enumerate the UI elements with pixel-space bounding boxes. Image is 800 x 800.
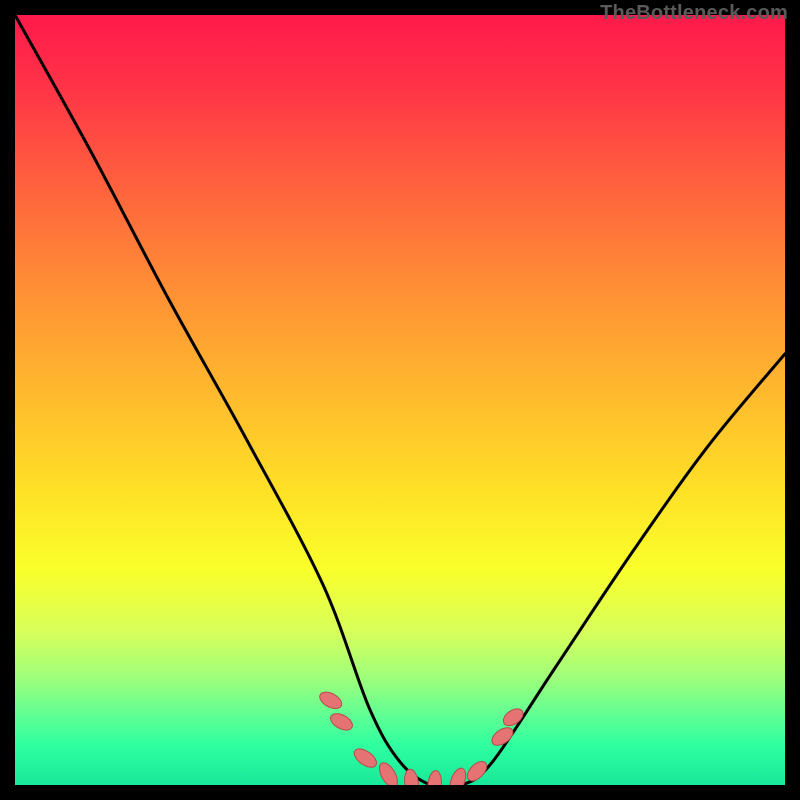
curve-marker [351, 745, 380, 771]
bottleneck-curve [15, 15, 785, 785]
outer-frame: TheBottleneck.com [0, 0, 800, 800]
curve-marker [427, 770, 443, 785]
curve-marker [376, 760, 401, 785]
curve-marker [489, 724, 516, 749]
chart-area [15, 15, 785, 785]
curve-marker [328, 710, 355, 733]
curve-marker [500, 705, 526, 729]
attribution-watermark: TheBottleneck.com [600, 2, 788, 25]
bottleneck-plot-svg [15, 15, 785, 785]
curve-marker [317, 689, 344, 712]
curve-marker [403, 768, 420, 785]
